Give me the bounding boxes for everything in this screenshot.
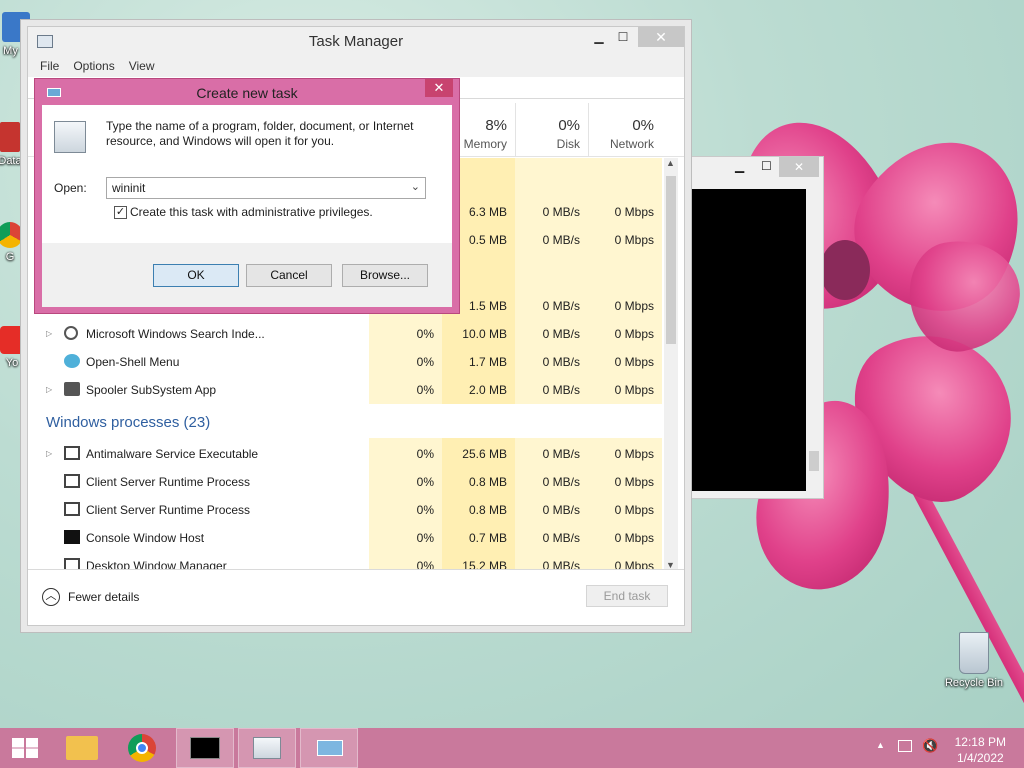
process-icon [64, 446, 80, 460]
console-titlebar[interactable]: ▁ ☐ ✕ [687, 157, 823, 181]
table-row[interactable]: Console Window Host 0% 0.7 MB 0 MB/s 0 M… [28, 524, 664, 552]
column-disk[interactable]: 0% Disk [515, 103, 588, 157]
task-manager-large-icon [54, 121, 86, 153]
ok-button[interactable]: OK [153, 264, 239, 287]
open-shell-icon [64, 354, 80, 368]
task-manager-titlebar[interactable]: Task Manager ▁ ☐ ✕ [28, 27, 684, 55]
recycle-bin-icon [959, 632, 989, 674]
table-row[interactable]: ▷ Spooler SubSystem App 0% 2.0 MB 0 MB/s… [28, 376, 664, 404]
open-input[interactable]: wininit [112, 181, 145, 195]
search-indexer-icon [64, 326, 78, 340]
minimize-icon[interactable]: ▁ [735, 159, 744, 173]
process-list-scrollbar[interactable]: ▲ ▼ [664, 158, 678, 570]
menu-bar: File Options View [28, 55, 684, 77]
process-icon [64, 502, 80, 516]
clock-time: 12:18 PM [954, 735, 1006, 749]
taskbar-chrome[interactable] [114, 728, 172, 768]
menu-view[interactable]: View [129, 59, 155, 73]
dialog-description: Type the name of a program, folder, docu… [106, 119, 414, 148]
taskbar-file-explorer[interactable] [54, 728, 112, 768]
clock[interactable]: 12:18 PM 1/4/2022 [955, 734, 1006, 766]
process-icon [64, 474, 80, 488]
dialog-titlebar[interactable]: Create new task ✕ [35, 79, 459, 105]
close-icon[interactable]: ✕ [779, 157, 819, 177]
table-row[interactable]: Client Server Runtime Process 0% 0.8 MB … [28, 468, 664, 496]
table-row[interactable]: Open-Shell Menu 0% 1.7 MB 0 MB/s 0 Mbps [28, 348, 664, 376]
dialog-title: Create new task [196, 85, 298, 101]
admin-checkbox[interactable]: ✓ [114, 206, 127, 219]
taskbar-run-dialog[interactable] [300, 728, 358, 768]
column-network[interactable]: 0% Network [588, 103, 662, 157]
expand-icon[interactable]: ▷ [46, 440, 52, 468]
task-manager-footer: ︿ Fewer details End task [28, 569, 684, 625]
show-hidden-icons[interactable]: ▲ [876, 740, 885, 750]
taskbar-task-manager[interactable] [238, 728, 296, 768]
windows-logo-icon [12, 738, 38, 758]
console-window[interactable]: ▁ ☐ ✕ [686, 156, 824, 499]
maximize-icon[interactable]: ☐ [761, 159, 772, 173]
desktop-icon-recycle-bin[interactable]: Recycle Bin [938, 632, 1010, 689]
computer-icon [2, 12, 30, 42]
console-icon [64, 530, 80, 544]
clock-date: 1/4/2022 [956, 751, 1004, 765]
folder-icon [66, 736, 98, 760]
start-button[interactable] [0, 728, 50, 768]
menu-file[interactable]: File [40, 59, 59, 73]
taskbar: ▲ 🔇 12:18 PM 1/4/2022 [0, 728, 1024, 768]
browse-button[interactable]: Browse... [342, 264, 428, 287]
open-combobox[interactable]: wininit ⌄ [106, 177, 426, 199]
end-task-button[interactable]: End task [586, 585, 668, 607]
admin-checkbox-label: Create this task with administrative pri… [130, 205, 373, 219]
dialog-body: Type the name of a program, folder, docu… [42, 105, 452, 243]
table-row[interactable]: Client Server Runtime Process 0% 0.8 MB … [28, 496, 664, 524]
printer-icon [64, 382, 80, 396]
minimize-button[interactable]: ▁ [586, 27, 612, 47]
scrollbar-thumb[interactable] [666, 176, 676, 344]
expand-icon[interactable]: ▷ [46, 320, 52, 348]
chevron-down-icon[interactable]: ⌄ [411, 180, 420, 193]
taskbar-command-prompt[interactable] [176, 728, 234, 768]
group-header-windows-processes[interactable]: Windows processes (23) [46, 414, 210, 431]
open-label: Open: [54, 181, 87, 195]
volume-muted-icon[interactable]: 🔇 [922, 738, 938, 754]
fewer-details-button[interactable]: ︿ Fewer details [42, 588, 139, 606]
console-scrollbar[interactable] [807, 189, 821, 491]
cancel-button[interactable]: Cancel [246, 264, 332, 287]
task-manager-icon [253, 737, 281, 759]
run-icon [317, 740, 343, 756]
chevron-up-icon: ︿ [42, 588, 60, 606]
close-button[interactable]: ✕ [638, 27, 684, 47]
table-row[interactable]: Desktop Window Manager 0% 15.2 MB 0 MB/s… [28, 552, 664, 570]
dialog-footer: OK Cancel Browse... [42, 243, 452, 307]
expand-icon[interactable]: ▷ [46, 376, 52, 404]
maximize-button[interactable]: ☐ [610, 27, 636, 47]
chrome-icon [128, 734, 156, 762]
menu-options[interactable]: Options [73, 59, 114, 73]
console-output[interactable] [687, 189, 806, 491]
scroll-up-icon[interactable]: ▲ [666, 158, 675, 168]
create-new-task-dialog[interactable]: Create new task ✕ Type the name of a pro… [34, 78, 460, 314]
chrome-icon [0, 222, 23, 248]
youtube-icon [0, 326, 24, 354]
dialog-close-button[interactable]: ✕ [425, 79, 453, 97]
app-icon [0, 122, 20, 152]
console-icon [190, 737, 220, 759]
table-row[interactable]: ▷ Antimalware Service Executable 0% 25.6… [28, 440, 664, 468]
network-icon[interactable] [898, 740, 912, 752]
table-row[interactable]: ▷ Microsoft Windows Search Inde... 0% 10… [28, 320, 664, 348]
